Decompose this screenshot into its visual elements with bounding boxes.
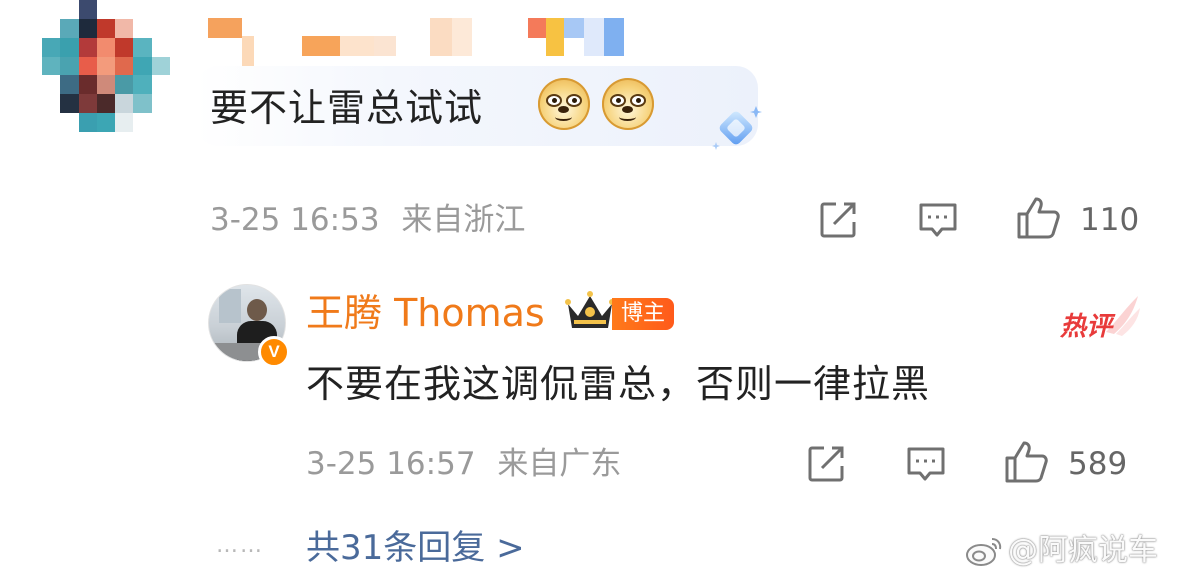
watermark: @阿疯说车 bbox=[964, 532, 1158, 570]
crown-icon bbox=[565, 291, 615, 328]
comment-time: 3-25 16:53 bbox=[210, 202, 380, 238]
username-pixelated[interactable] bbox=[208, 18, 254, 74]
comment-icon[interactable] bbox=[916, 198, 960, 242]
reply-author-name[interactable]: 王腾 Thomas bbox=[306, 290, 545, 336]
doge-icon bbox=[538, 78, 590, 130]
share-icon[interactable] bbox=[816, 198, 860, 242]
like-icon[interactable] bbox=[1014, 194, 1062, 242]
watermark-text: @阿疯说车 bbox=[1008, 533, 1158, 568]
reply-timestamp: 3-25 16:57 来自广东 bbox=[306, 444, 621, 484]
vip-badge-pixelated bbox=[528, 18, 624, 56]
like-count: 110 bbox=[1080, 202, 1140, 238]
like-count: 589 bbox=[1068, 446, 1128, 482]
weibo-logo-icon bbox=[966, 538, 1002, 566]
comment-timestamp: 3-25 16:53 来自浙江 bbox=[210, 200, 525, 240]
comment-icon[interactable] bbox=[904, 442, 948, 486]
share-icon[interactable] bbox=[804, 442, 848, 486]
like-icon[interactable] bbox=[1002, 438, 1050, 486]
comment-location: 来自浙江 bbox=[401, 202, 526, 238]
reply-location: 来自广东 bbox=[497, 446, 622, 482]
reply-text: 不要在我这调侃雷总，否则一律拉黑 bbox=[306, 362, 931, 406]
username-pixel-block bbox=[430, 18, 472, 56]
hot-comment-badge: 热评 bbox=[1060, 312, 1113, 342]
comment-text: 要不让雷总试试 bbox=[210, 86, 484, 130]
view-more-replies-link[interactable]: 共31条回复 > bbox=[306, 526, 525, 570]
blogger-badge: 博主 bbox=[612, 298, 674, 330]
doge-icon bbox=[602, 78, 654, 130]
diamond-sparkle-icon bbox=[712, 106, 762, 150]
reply-time: 3-25 16:57 bbox=[306, 446, 476, 482]
verified-v-icon: V bbox=[258, 336, 290, 368]
avatar-pixelated[interactable] bbox=[42, 0, 170, 132]
more-replies-dots: …… bbox=[216, 533, 264, 558]
username-pixel-block bbox=[302, 18, 396, 56]
